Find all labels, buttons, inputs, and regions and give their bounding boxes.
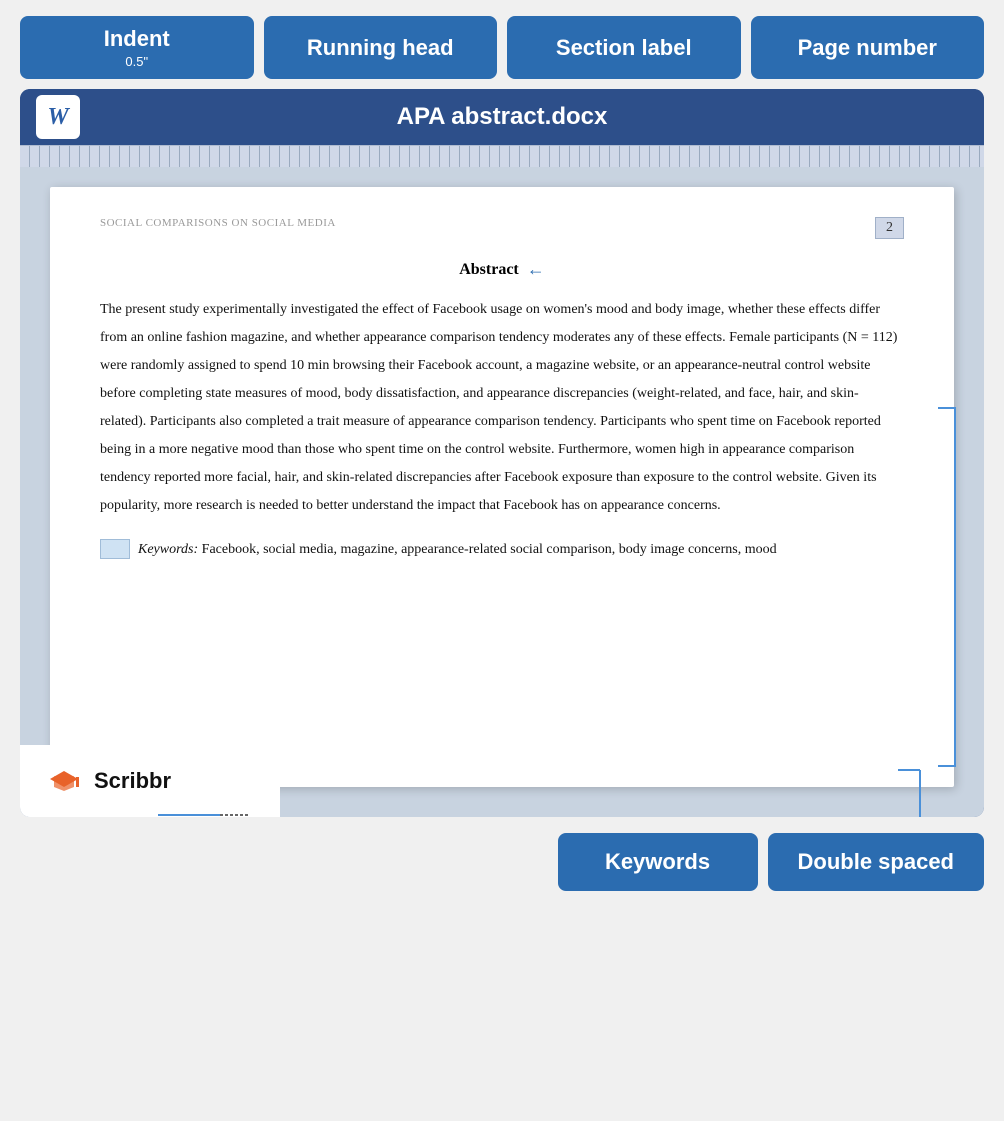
page-number-box: 2 [875, 217, 904, 239]
word-icon: W [36, 95, 80, 139]
scribbr-icon [44, 761, 84, 801]
main-area: W APA abstract.docx SOCIAL COMPARISONS O… [0, 79, 1004, 817]
word-titlebar: W APA abstract.docx [20, 89, 984, 145]
section-label-button: Section label [507, 16, 741, 79]
ruler [20, 145, 984, 167]
indent-indicator-box [100, 539, 130, 559]
bottom-labels: Keywords Double spaced [0, 817, 1004, 907]
top-section: Indent 0.5" Running head Section label P… [0, 0, 1004, 79]
indent-button: Indent 0.5" [20, 16, 254, 79]
keywords-button-label: Keywords [605, 849, 710, 874]
keywords-label: Keywords: [138, 542, 198, 557]
document-page: SOCIAL COMPARISONS ON SOCIAL MEDIA 2 Abs… [50, 187, 954, 787]
page-number-button: Page number [751, 16, 985, 79]
double-spaced-button-label: Double spaced [798, 849, 954, 874]
scribbr-area: Scribbr [20, 745, 280, 817]
ruler-marks [20, 146, 984, 167]
word-icon-letter: W [47, 104, 68, 131]
running-head-title: Running head [307, 35, 454, 61]
indent-subtitle: 0.5" [125, 54, 148, 69]
abstract-heading-text: Abstract [459, 261, 519, 279]
page-number-title: Page number [798, 35, 937, 61]
keywords-content: Keywords: Facebook, social media, magazi… [138, 536, 777, 564]
scribbr-name: Scribbr [94, 768, 171, 794]
keywords-text: Facebook, social media, magazine, appear… [198, 542, 776, 557]
running-head-text: SOCIAL COMPARISONS ON SOCIAL MEDIA [100, 217, 336, 229]
indent-title: Indent [104, 26, 170, 52]
abstract-body: The present study experimentally investi… [100, 296, 904, 520]
section-label-title: Section label [556, 35, 692, 61]
running-head-button: Running head [264, 16, 498, 79]
double-space-bracket [938, 407, 956, 767]
abstract-heading: Abstract ← [100, 259, 904, 280]
doc-wrapper: SOCIAL COMPARISONS ON SOCIAL MEDIA 2 Abs… [20, 167, 984, 817]
double-spaced-button: Double spaced [768, 833, 984, 891]
word-filename: APA abstract.docx [397, 103, 608, 131]
top-labels: Indent 0.5" Running head Section label P… [0, 0, 1004, 79]
word-container: W APA abstract.docx SOCIAL COMPARISONS O… [20, 89, 984, 817]
keywords-button: Keywords [558, 833, 758, 891]
section-label-arrow: ← [527, 259, 545, 280]
page-header: SOCIAL COMPARISONS ON SOCIAL MEDIA 2 [100, 217, 904, 239]
keywords-line: Keywords: Facebook, social media, magazi… [100, 536, 904, 564]
